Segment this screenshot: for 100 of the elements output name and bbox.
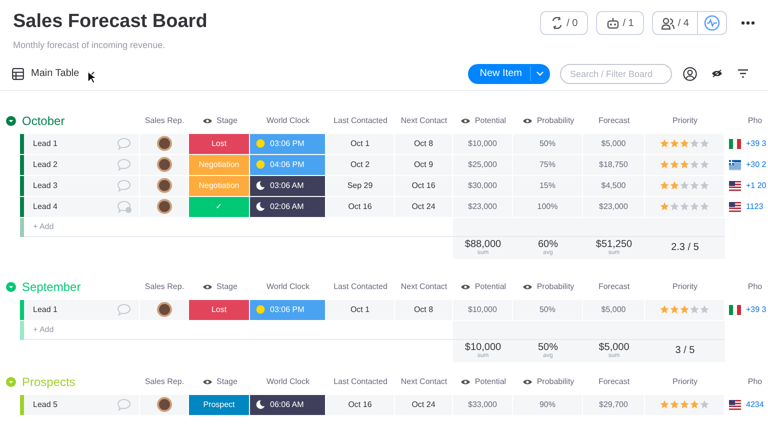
summary-value: 3 / 5 [675,344,695,358]
summary-value: 60% [538,238,558,250]
members-button[interactable]: / 4 [652,12,698,34]
column-header: Potential [474,281,506,293]
table-cell: Oct 2 [326,154,395,174]
table-cell: 50% [513,300,583,320]
star-icon [700,139,709,148]
filter-icon[interactable] [737,69,749,78]
avatar [156,136,172,151]
stage-label[interactable]: Prospect [189,394,250,414]
item-name[interactable]: Lead 1 [24,134,110,154]
item-name[interactable]: Lead 4 [24,196,110,216]
more-icon[interactable] [741,21,755,25]
table-cell: 15% [513,176,583,196]
table-cell: 90% [513,394,583,414]
comment-icon[interactable] [117,158,132,171]
board-title: Sales Forecast Board [13,10,208,34]
table-cell: $10,000 [453,300,513,320]
phone-link[interactable]: +39 3 [746,138,766,150]
person-icon[interactable] [683,66,697,80]
column-header: Pho [748,376,762,388]
star-rating[interactable] [645,154,725,174]
star-icon [680,400,689,409]
clock-time: 02:06 AM [270,200,304,212]
phone-link[interactable]: +30 2 [746,158,766,170]
table-cell: $5,000 [583,134,645,154]
table-cell: 50% [513,134,583,154]
phone-link[interactable]: +1 20 [746,180,766,192]
star-icon [680,139,689,148]
comment-icon[interactable] [117,137,132,150]
column-header: Potential [474,376,506,388]
table-cell: $18,750 [583,154,645,174]
star-icon [680,202,689,211]
sun-icon [256,305,265,314]
column-header: Probability [536,115,574,127]
star-icon [660,202,669,211]
column-header: Stage [216,115,238,127]
add-item-field[interactable]: + Add [24,220,54,232]
comment-badge-icon[interactable] [117,200,132,213]
table-cell: $10,000 [453,134,513,154]
column-header: Next Contact [400,376,448,388]
star-icon [660,139,669,148]
stage-label[interactable]: Lost [189,300,250,320]
star-rating[interactable] [645,134,725,154]
people-icon [660,16,675,30]
row-color-bar [20,394,24,414]
summary-value: 50% [538,342,558,352]
eye-icon[interactable] [711,69,723,78]
item-name[interactable]: Lead 1 [24,300,110,320]
stage-label[interactable]: Lost [189,134,250,154]
table-cell: $30,000 [453,176,513,196]
column-header: Pho [748,115,762,127]
table-icon [12,68,24,80]
star-rating[interactable] [645,300,725,320]
comment-icon[interactable] [117,179,132,192]
comment-icon[interactable] [117,398,132,411]
table-cell: $23,000 [453,196,513,216]
item-name[interactable]: Lead 5 [24,394,110,414]
table-cell: Oct 16 [326,196,395,216]
table-cell: Oct 24 [395,196,453,216]
integrations-button[interactable]: / 1 [596,11,644,35]
add-item-field[interactable]: + Add [24,324,54,336]
column-header: Last Contacted [334,115,388,127]
phone-link[interactable]: +39 3 [746,304,766,316]
star-icon [670,181,679,190]
automations-button[interactable]: / 0 [540,11,588,35]
column-header: Next Contact [400,281,448,293]
table-cell: $33,000 [453,394,513,414]
phone-link[interactable]: 4234 [746,398,764,410]
collapse-icon[interactable] [6,282,16,292]
phone-link[interactable]: 1123 [746,200,764,212]
star-rating[interactable] [645,196,725,216]
table-cell: 75% [513,154,583,174]
star-rating[interactable] [645,394,725,414]
column-header: Probability [536,376,574,388]
item-name[interactable]: Lead 2 [24,154,110,174]
column-header: Last Contacted [334,281,388,293]
view-tab[interactable]: Main Table [31,66,80,81]
avatar [156,157,172,172]
star-icon [700,181,709,190]
column-header: Priority [672,281,698,293]
star-icon [690,202,699,211]
board-description: Monthly forecast of incoming revenue. [13,39,166,52]
robot-icon [606,16,620,30]
column-header: Priority [672,376,698,388]
avatar [156,178,172,193]
table-cell: Oct 16 [326,394,395,414]
star-icon [690,139,699,148]
table-cell: $4,500 [583,176,645,196]
comment-icon[interactable] [117,303,132,316]
search-field[interactable]: Search / Filter Board [560,64,672,84]
item-name[interactable]: Lead 3 [24,176,110,196]
table-cell: Oct 8 [395,300,453,320]
star-rating[interactable] [645,176,725,196]
chevron-down-icon [536,71,544,76]
summary-value: 2.3 / 5 [671,241,699,255]
table-cell: Oct 8 [395,134,453,154]
group-title[interactable]: October [22,115,65,127]
collapse-icon[interactable] [6,116,16,126]
new-item-button[interactable]: New Item [468,64,550,84]
